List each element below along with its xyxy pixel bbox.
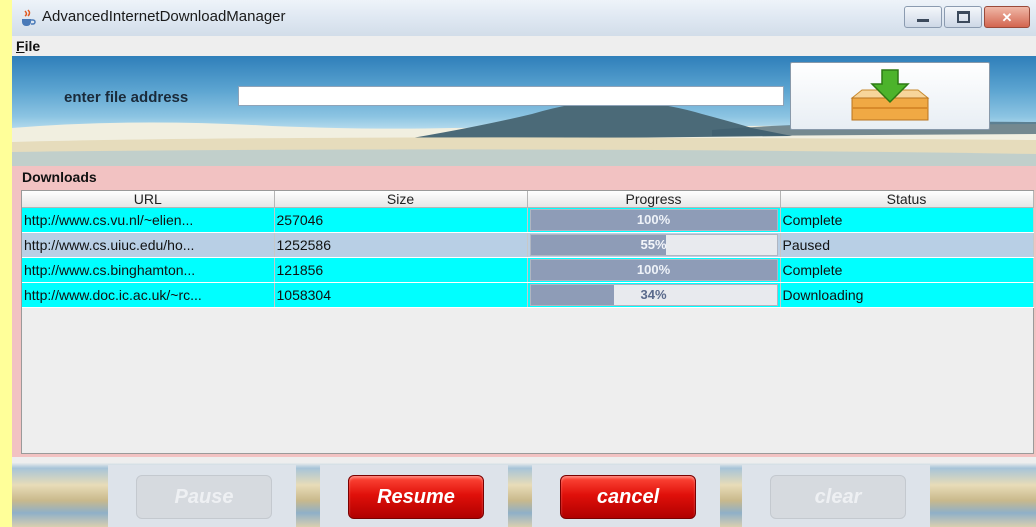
url-cell: http://www.cs.binghamton... bbox=[22, 257, 275, 283]
progress-bar: 100% bbox=[529, 259, 778, 281]
url-cell: http://www.doc.ic.ac.uk/~rc... bbox=[22, 282, 275, 308]
column-header-status[interactable]: Status bbox=[780, 191, 1034, 208]
progress-cell: 55% bbox=[527, 232, 781, 258]
downloads-table: URL Size Progress Status http://www.cs.v… bbox=[22, 191, 1034, 308]
java-cup-icon bbox=[22, 9, 36, 26]
column-header-size[interactable]: Size bbox=[274, 191, 528, 208]
action-bar: Pause Resume cancel clear bbox=[12, 457, 1036, 527]
title-bar[interactable]: AdvancedInternetDownloadManager ✕ bbox=[12, 0, 1036, 37]
table-row[interactable]: http://www.doc.ic.ac.uk/~rc... 1058304 34%… bbox=[22, 282, 1034, 308]
url-cell: http://www.cs.vu.nl/~elien... bbox=[22, 207, 275, 233]
address-input[interactable] bbox=[238, 86, 784, 106]
clear-button[interactable]: clear bbox=[770, 475, 906, 519]
resume-panel: Resume bbox=[320, 465, 508, 527]
minimize-button[interactable] bbox=[904, 6, 942, 28]
cancel-button[interactable]: cancel bbox=[560, 475, 696, 519]
clear-panel: clear bbox=[742, 465, 930, 527]
downloads-title: Downloads bbox=[22, 169, 97, 185]
download-tray-icon bbox=[850, 69, 930, 121]
status-cell: Downloading bbox=[780, 282, 1034, 308]
progress-bar: 55% bbox=[529, 234, 778, 256]
pause-button[interactable]: Pause bbox=[136, 475, 272, 519]
table-row[interactable]: http://www.cs.binghamton... 121856 100% Com… bbox=[22, 257, 1034, 283]
pause-panel: Pause bbox=[108, 465, 296, 527]
progress-label: 100% bbox=[636, 262, 671, 277]
size-cell: 1252586 bbox=[274, 232, 528, 258]
download-button[interactable] bbox=[790, 62, 990, 130]
close-button[interactable]: ✕ bbox=[984, 6, 1030, 28]
status-cell: Paused bbox=[780, 232, 1034, 258]
url-cell: http://www.cs.uiuc.edu/ho... bbox=[22, 232, 275, 258]
size-cell: 1058304 bbox=[274, 282, 528, 308]
status-cell: Complete bbox=[780, 207, 1034, 233]
downloads-panel: Downloads URL Size Progress Status http:… bbox=[12, 166, 1036, 457]
progress-bar: 34% bbox=[529, 284, 778, 306]
column-header-url[interactable]: URL bbox=[22, 191, 275, 208]
status-cell: Complete bbox=[780, 257, 1034, 283]
app-window: AdvancedInternetDownloadManager ✕ File e… bbox=[12, 0, 1036, 527]
size-cell: 121856 bbox=[274, 257, 528, 283]
column-header-progress[interactable]: Progress bbox=[527, 191, 781, 208]
menu-bar: File bbox=[12, 36, 1036, 56]
downloads-table-area[interactable]: URL Size Progress Status http://www.cs.v… bbox=[21, 190, 1034, 454]
progress-cell: 100% bbox=[527, 257, 781, 283]
window-title: AdvancedInternetDownloadManager bbox=[42, 8, 286, 25]
progress-cell: 100% bbox=[527, 207, 781, 233]
maximize-icon bbox=[956, 11, 970, 23]
table-row[interactable]: http://www.cs.uiuc.edu/ho... 1252586 55% Pa… bbox=[22, 232, 1034, 258]
maximize-button[interactable] bbox=[944, 6, 982, 28]
close-icon: ✕ bbox=[1001, 9, 1013, 25]
address-banner: enter file address bbox=[12, 56, 1036, 166]
cancel-panel: cancel bbox=[532, 465, 720, 527]
size-cell: 257046 bbox=[274, 207, 528, 233]
minimize-icon bbox=[917, 18, 929, 22]
progress-label: 55% bbox=[640, 237, 667, 252]
progress-bar: 100% bbox=[529, 209, 778, 231]
address-label: enter file address bbox=[64, 89, 189, 106]
progress-cell: 34% bbox=[527, 282, 781, 308]
progress-label: 34% bbox=[640, 287, 667, 302]
resume-button[interactable]: Resume bbox=[348, 475, 484, 519]
table-row[interactable]: http://www.cs.vu.nl/~elien... 257046 100% C… bbox=[22, 207, 1034, 233]
progress-label: 100% bbox=[636, 212, 671, 227]
menu-file[interactable]: File bbox=[16, 38, 40, 54]
